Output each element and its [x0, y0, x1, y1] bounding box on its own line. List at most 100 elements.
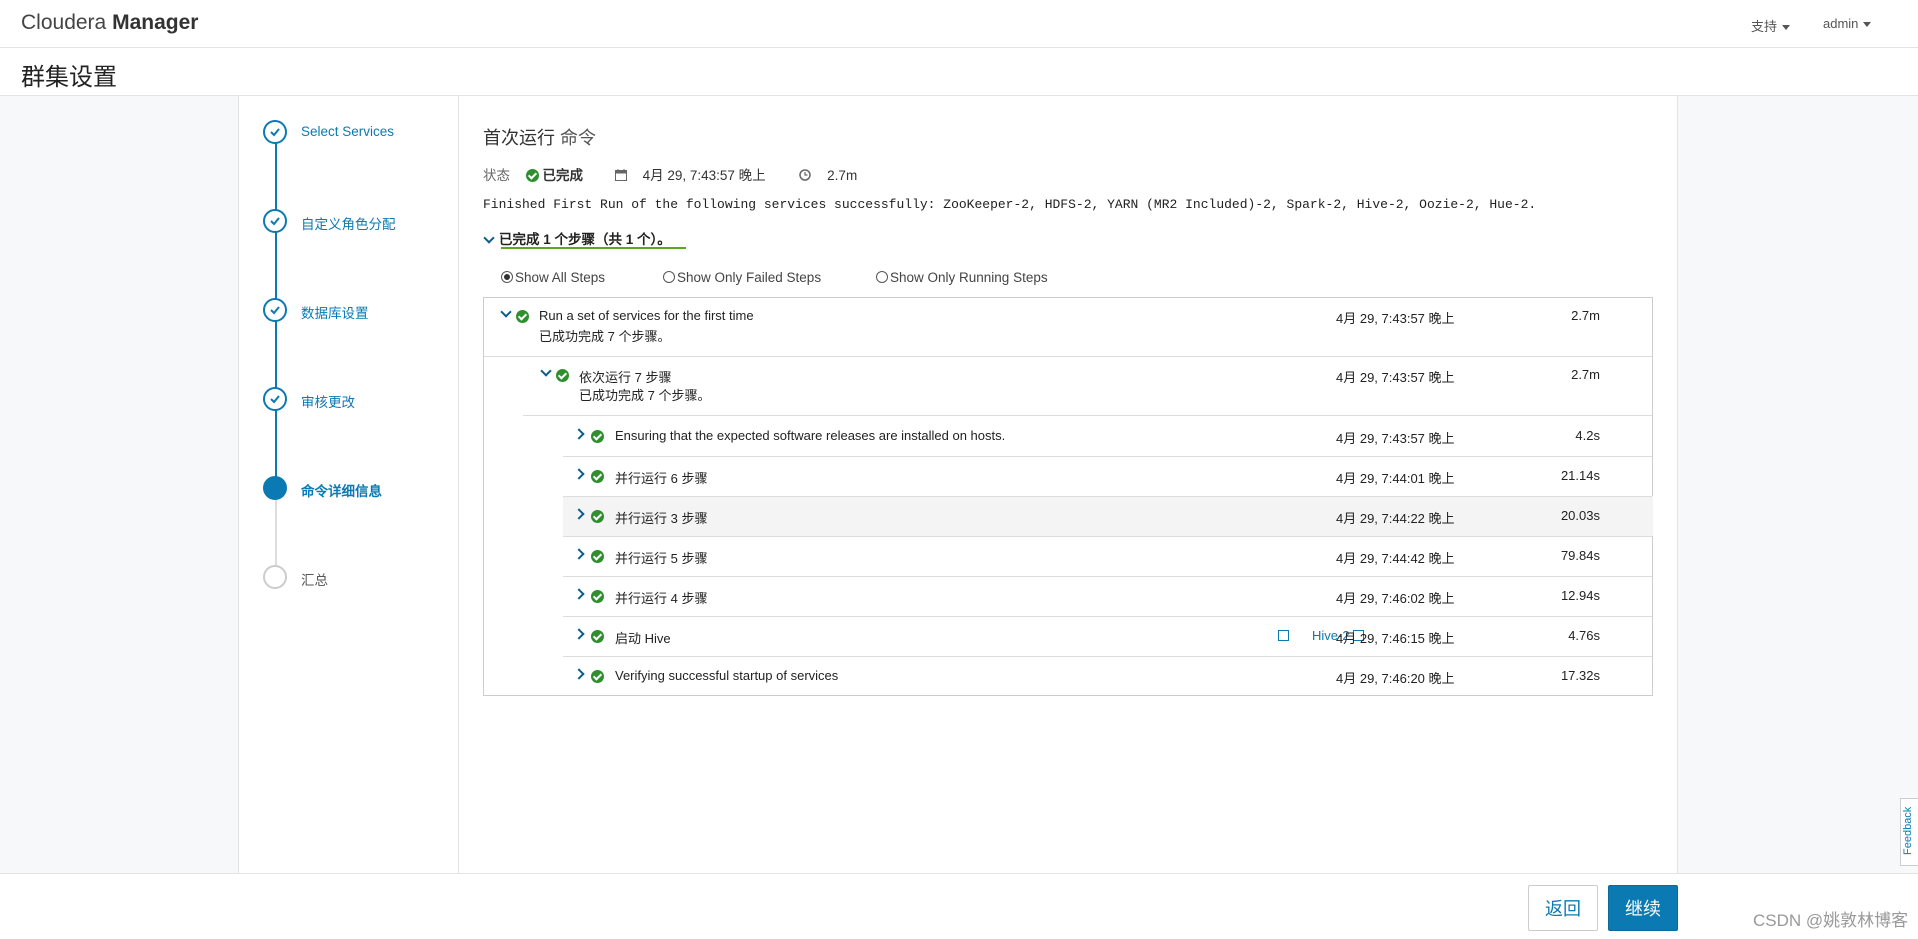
chevron-right-icon[interactable] — [573, 588, 585, 600]
chevron-right-icon[interactable] — [573, 668, 585, 680]
step-title: 并行运行 5 步骤 — [615, 551, 708, 566]
wizard-step-database[interactable]: 数据库设置 — [263, 298, 453, 324]
user-menu[interactable]: admin — [1823, 16, 1872, 31]
chevron-right-icon[interactable] — [573, 428, 585, 440]
success-icon — [591, 470, 604, 483]
success-icon — [591, 670, 604, 683]
chevron-down-icon[interactable] — [540, 365, 552, 377]
step-duration: 20.03s — [1560, 508, 1600, 523]
step-row[interactable]: Verifying successful startup of services… — [563, 656, 1652, 695]
clock-icon — [799, 169, 812, 181]
support-label: 支持 — [1751, 19, 1778, 34]
user-label: admin — [1823, 16, 1859, 31]
step-duration: 21.14s — [1560, 468, 1600, 483]
filter-show-all[interactable]: Show All Steps — [501, 270, 605, 285]
feedback-tab[interactable]: Feedback — [1900, 798, 1918, 866]
step-title: 并行运行 6 步骤 — [615, 471, 708, 486]
step-row[interactable]: 启动 Hive Hive-2 4月 29, 7:46:15 晚上 4.76s — [563, 616, 1652, 656]
command-duration: 2.7m — [827, 168, 858, 183]
radio-icon[interactable] — [876, 271, 888, 283]
chevron-right-icon[interactable] — [573, 508, 585, 520]
wizard-step-label: 审核更改 — [301, 395, 355, 410]
success-icon — [591, 430, 604, 443]
title-bar: 群集设置 — [0, 48, 1918, 96]
success-icon — [591, 590, 604, 603]
wizard-step-label: 汇总 — [301, 573, 328, 588]
continue-button[interactable]: 继续 — [1608, 885, 1678, 931]
filter-show-failed[interactable]: Show Only Failed Steps — [663, 270, 821, 285]
wizard-step-summary: 汇总 — [263, 565, 453, 591]
wizard-step-select-services[interactable]: Select Services — [263, 120, 453, 146]
chevron-right-icon[interactable] — [573, 548, 585, 560]
chevron-right-icon[interactable] — [573, 468, 585, 480]
radio-selected-icon[interactable] — [501, 271, 513, 283]
wizard-step-label: Select Services — [301, 124, 395, 139]
step-date: 4月 29, 7:43:57 晚上 — [1336, 311, 1455, 326]
step-title: Verifying successful startup of services — [615, 668, 839, 683]
wizard-step-role-assignment[interactable]: 自定义角色分配 — [263, 209, 453, 235]
success-icon — [525, 169, 539, 182]
check-icon — [263, 387, 287, 411]
back-button[interactable]: 返回 — [1528, 885, 1598, 931]
filter-show-running[interactable]: Show Only Running Steps — [876, 270, 1048, 285]
step-date: 4月 29, 7:44:01 晚上 — [1336, 471, 1455, 486]
step-title: 启动 Hive — [615, 631, 671, 646]
filter-label: Show Only Failed Steps — [677, 270, 822, 285]
wizard-step-review[interactable]: 审核更改 — [263, 387, 453, 413]
step-date: 4月 29, 7:46:20 晚上 — [1336, 671, 1455, 686]
step-duration: 2.7m — [1571, 308, 1600, 323]
step-date: 4月 29, 7:43:57 晚上 — [1336, 370, 1455, 385]
step-title: Ensuring that the expected software rele… — [615, 428, 1006, 443]
step-row[interactable]: 并行运行 5 步骤 4月 29, 7:44:42 晚上 79.84s — [563, 536, 1652, 576]
step-row[interactable]: Ensuring that the expected software rele… — [563, 416, 1652, 456]
steps-table: Run a set of services for the first time… — [483, 297, 1653, 696]
success-icon — [556, 369, 569, 382]
radio-icon[interactable] — [663, 271, 675, 283]
success-icon — [591, 550, 604, 563]
step-row[interactable]: 并行运行 6 步骤 4月 29, 7:44:01 晚上 21.14s — [563, 456, 1652, 496]
step-duration: 4.2s — [1575, 428, 1600, 443]
pending-step-icon — [263, 565, 287, 589]
command-title-main: 首次运行 — [483, 128, 555, 148]
active-step-icon — [263, 476, 287, 500]
step-title: Run a set of services for the first time — [539, 308, 754, 323]
status-label: 状态 — [483, 168, 510, 183]
step-date: 4月 29, 7:46:15 晚上 — [1336, 631, 1455, 646]
wizard-step-command-details[interactable]: 命令详细信息 — [263, 476, 453, 502]
command-start-time: 4月 29, 7:43:57 晚上 — [642, 168, 766, 183]
brand-name-light: Cloudera — [21, 11, 107, 34]
success-icon — [516, 310, 529, 323]
brand-name-bold: Manager — [112, 11, 199, 34]
command-title-sub: 命令 — [560, 128, 597, 148]
summary-underline — [501, 247, 686, 249]
external-link-icon[interactable] — [1278, 628, 1289, 643]
success-icon — [591, 630, 604, 643]
chevron-down-icon — [1782, 25, 1791, 31]
step-detail: 已成功完成 7 个步骤。 — [539, 329, 671, 344]
step-duration: 12.94s — [1560, 588, 1600, 603]
step-duration: 2.7m — [1571, 367, 1600, 382]
panel-right-border — [1677, 96, 1678, 873]
step-detail: 已成功完成 7 个步骤。 — [579, 388, 711, 403]
wizard-step-label: 数据库设置 — [301, 306, 369, 321]
step-duration: 4.76s — [1568, 628, 1600, 643]
step-title: 依次运行 7 步骤 — [579, 370, 672, 385]
step-duration: 79.84s — [1560, 548, 1600, 563]
step-row[interactable]: 并行运行 4 步骤 4月 29, 7:46:02 晚上 12.94s — [563, 576, 1652, 616]
chevron-right-icon[interactable] — [573, 628, 585, 640]
steps-summary-toggle[interactable]: 已完成 1 个步骤（共 1 个）。 — [483, 228, 671, 248]
brand-logo[interactable]: Cloudera Manager — [21, 11, 198, 35]
filter-label: Show Only Running Steps — [890, 270, 1048, 285]
status-badge: 已完成 — [542, 168, 584, 183]
command-title: 首次运行 命令 — [483, 124, 596, 150]
chevron-down-icon[interactable] — [500, 306, 512, 318]
check-icon — [263, 209, 287, 233]
command-result-message: Finished First Run of the following serv… — [483, 197, 1537, 212]
command-status-row: 状态 已完成 4月 29, 7:43:57 晚上 2.7m — [483, 164, 857, 184]
support-menu[interactable]: 支持 — [1751, 16, 1791, 35]
check-icon — [263, 120, 287, 144]
step-row[interactable]: 并行运行 3 步骤 4月 29, 7:44:22 晚上 20.03s — [563, 496, 1652, 536]
step-date: 4月 29, 7:43:57 晚上 — [1336, 431, 1455, 446]
wizard-footer: 返回 继续 CSDN @姚敦林博客 — [0, 873, 1918, 939]
check-icon — [263, 298, 287, 322]
